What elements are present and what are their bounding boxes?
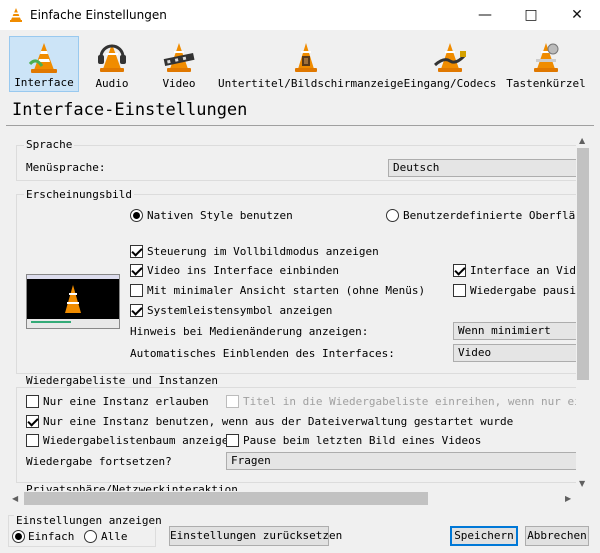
- subtitle-cone-icon: [295, 43, 317, 72]
- group-title-playlist: Wiedergabeliste und Instanzen: [24, 374, 221, 387]
- save-button[interactable]: Speichern: [450, 526, 518, 546]
- tab-subtitles[interactable]: Untertitel/Bildschirmanzeige: [218, 36, 404, 92]
- radio-native-style-label[interactable]: Nativen Style benutzen: [147, 209, 293, 222]
- cancel-button[interactable]: Abbrechen: [525, 526, 589, 546]
- menu-language-select[interactable]: Deutsch: [388, 159, 588, 177]
- vlc-preview-icon: [27, 275, 119, 328]
- resume-playback-select[interactable]: Fragen: [226, 452, 588, 470]
- radio-simple-label[interactable]: Einfach: [28, 530, 74, 543]
- cb-embed-video[interactable]: [130, 264, 143, 277]
- tab-video[interactable]: Video: [148, 36, 210, 92]
- divider: [6, 125, 594, 126]
- scroll-down-icon[interactable]: ▼: [579, 479, 585, 488]
- cb-one-instance-filemanager[interactable]: [26, 415, 39, 428]
- maximize-icon[interactable]: □: [508, 0, 554, 30]
- tab-interface[interactable]: Interface: [9, 36, 79, 92]
- radio-simple[interactable]: [12, 530, 25, 543]
- page-title: Interface-Einstellungen: [12, 100, 248, 120]
- cb-pause-minimized-label[interactable]: Wiedergabe pausier: [470, 284, 588, 297]
- tab-label: Audio: [95, 77, 129, 90]
- cable-cone-icon: [434, 43, 467, 72]
- cb-one-instance-label[interactable]: Nur eine Instanz erlauben: [43, 395, 209, 408]
- tab-audio[interactable]: Audio: [82, 36, 142, 92]
- group-title-erscheinungsbild: Erscheinungsbild: [24, 188, 134, 201]
- title-bar: Einfache Einstellungen — □ ✕: [0, 0, 600, 30]
- film-cone-icon: [163, 43, 195, 72]
- vertical-scrollbar-thumb[interactable]: [577, 148, 589, 380]
- interface-preview-image: [26, 274, 120, 329]
- cb-fullscreen-controls-label[interactable]: Steuerung im Vollbildmodus anzeigen: [147, 245, 379, 258]
- tab-label: Video: [162, 77, 196, 90]
- close-icon[interactable]: ✕: [554, 0, 600, 30]
- settings-scroll-area[interactable]: Sprache Menüsprache: Deutsch Erscheinung…: [8, 133, 588, 508]
- tab-label: Untertitel/Bildschirmanzeige: [218, 77, 404, 90]
- cb-pause-last-frame[interactable]: [226, 434, 239, 447]
- radio-all[interactable]: [84, 530, 97, 543]
- autoraise-label: Automatisches Einblenden des Interfaces:: [130, 347, 395, 360]
- horizontal-scrollbar-thumb[interactable]: [24, 492, 428, 505]
- vlc-icon: [10, 8, 22, 22]
- hint-media-change-select[interactable]: Wenn minimiert: [453, 322, 588, 340]
- cb-minimal-view[interactable]: [130, 284, 143, 297]
- radio-all-label[interactable]: Alle: [101, 530, 128, 543]
- group-title-sprache: Sprache: [24, 138, 75, 151]
- cb-embed-video-label[interactable]: Video ins Interface einbinden: [147, 264, 339, 277]
- cb-enqueue-items-label[interactable]: Titel in die Wiedergabeliste einreihen, …: [243, 395, 588, 408]
- vlc-cone-icon: [28, 43, 57, 73]
- cb-playlist-tree[interactable]: [26, 434, 39, 447]
- cb-one-instance[interactable]: [26, 395, 39, 408]
- tab-label: Eingang/Codecs: [403, 77, 497, 90]
- cb-minimal-view-label[interactable]: Mit minimaler Ansicht starten (ohne Menü…: [147, 284, 425, 297]
- cb-resize-interface[interactable]: [453, 264, 466, 277]
- minimize-icon[interactable]: —: [462, 0, 508, 30]
- menu-language-label: Menüsprache:: [26, 161, 106, 174]
- window-title: Einfache Einstellungen: [30, 8, 167, 22]
- show-settings-label: Einstellungen anzeigen: [14, 514, 164, 527]
- cb-fullscreen-controls[interactable]: [130, 245, 143, 258]
- hotkeys-cone-icon: [534, 43, 559, 72]
- tab-hotkeys[interactable]: Tastenkürzel: [504, 36, 588, 92]
- cb-pause-minimized[interactable]: [453, 284, 466, 297]
- cb-playlist-tree-label[interactable]: Wiedergabelistenbaum anzeigen: [43, 434, 235, 447]
- cb-pause-last-frame-label[interactable]: Pause beim letzten Bild eines Videos: [243, 434, 481, 447]
- reset-settings-button[interactable]: Einstellungen zurücksetzen: [169, 526, 342, 546]
- hint-media-change-label: Hinweis bei Medienänderung anzeigen:: [130, 325, 369, 338]
- cb-enqueue-items[interactable]: [226, 395, 239, 408]
- tab-input-codecs[interactable]: Eingang/Codecs: [402, 36, 498, 92]
- radio-custom-skin-label[interactable]: Benutzerdefinierte Oberfläche: [403, 209, 588, 222]
- tab-label: Interface: [14, 76, 74, 89]
- scroll-right-icon[interactable]: ▶: [565, 494, 571, 503]
- scroll-left-icon[interactable]: ◀: [12, 494, 18, 503]
- tab-label: Tastenkürzel: [506, 77, 586, 90]
- radio-custom-skin[interactable]: [386, 209, 399, 222]
- cb-systray-icon-label[interactable]: Systemleistensymbol anzeigen: [147, 304, 332, 317]
- autoraise-select[interactable]: Video: [453, 344, 588, 362]
- cb-one-instance-filemanager-label[interactable]: Nur eine Instanz benutzen, wenn aus der …: [43, 415, 513, 428]
- radio-native-style[interactable]: [130, 209, 143, 222]
- scroll-up-icon[interactable]: ▲: [579, 136, 585, 145]
- cb-resize-interface-label[interactable]: Interface an Video: [470, 264, 588, 277]
- resume-playback-label: Wiedergabe fortsetzen?: [26, 455, 172, 468]
- headphones-cone-icon: [98, 44, 126, 72]
- cb-systray-icon[interactable]: [130, 304, 143, 317]
